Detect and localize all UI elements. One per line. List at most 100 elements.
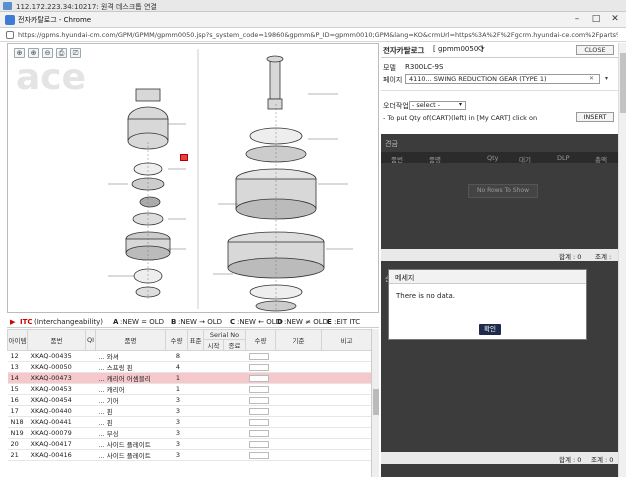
ok-button[interactable]: 확인	[479, 324, 501, 335]
row-order-qty[interactable]	[245, 361, 276, 373]
cart-col-name[interactable]: 품명	[429, 154, 441, 164]
highlight-marker[interactable]	[180, 154, 188, 161]
row-order-qty[interactable]	[245, 372, 276, 384]
table-row[interactable]: 16 XKAQ-00454 ... 기어 3	[7, 394, 371, 406]
col-start[interactable]: 시작	[203, 339, 224, 351]
dialog-title: 메세지	[389, 270, 586, 284]
close-window-button[interactable]: ✕	[606, 13, 624, 26]
col-name[interactable]: 품명	[95, 329, 166, 351]
close-button[interactable]: CLOSE	[576, 45, 614, 55]
table-row[interactable]: 12 XKAQ-00435 ... 와셔 8	[7, 350, 371, 362]
row-name: ... 스프링 핀	[95, 361, 166, 373]
maximize-button[interactable]: □	[587, 13, 605, 26]
row-std	[187, 361, 204, 373]
col-qty[interactable]: 수량	[165, 329, 188, 351]
row-name: ... 사이드 플레이트	[95, 438, 166, 450]
row-qi	[85, 416, 96, 428]
row-qty: 1	[165, 372, 188, 384]
col-std[interactable]: 표준	[187, 329, 204, 351]
row-order-qty[interactable]	[245, 405, 276, 417]
col-order-qty[interactable]: 수량	[245, 329, 276, 351]
row-item: 13	[7, 361, 28, 373]
cart-col-dlp[interactable]: DLP	[557, 154, 570, 162]
row-order-qty[interactable]	[245, 394, 276, 406]
row-order-qty[interactable]	[245, 438, 276, 450]
cart-total-row: 합계 : 0 조계 :	[381, 249, 618, 261]
cart-col-qty[interactable]: Qty	[487, 154, 499, 162]
order-total-suffix: 조계 : 0	[591, 456, 614, 464]
minimize-button[interactable]: –	[568, 13, 586, 26]
col-qi[interactable]: QI	[85, 329, 96, 351]
table-scrollbar[interactable]	[371, 329, 379, 477]
row-item: 12	[7, 350, 28, 362]
order-qty-input[interactable]	[248, 418, 269, 426]
itc-b-text: :NEW → OLD	[178, 318, 223, 326]
order-qty-input[interactable]	[248, 451, 269, 459]
model-label: 모델	[383, 64, 396, 72]
col-partno[interactable]: 품번	[27, 329, 86, 351]
chevron-down-icon[interactable]: ▾	[605, 75, 608, 82]
table-row[interactable]: 15 XKAQ-00453 ... 캐리어 1	[7, 383, 371, 395]
cart-section-label: 견금	[385, 140, 398, 148]
window-scroll-thumb[interactable]	[620, 53, 626, 113]
row-item: N18	[7, 416, 28, 428]
itc-legend: ▶ ITC (Interchangeability) A :NEW = OLD …	[7, 315, 379, 328]
row-partno: XKAQ-00453	[27, 383, 86, 395]
itc-c-key: C	[230, 318, 236, 326]
table-row[interactable]: 20 XKAQ-00417 ... 사이드 플레이트 3	[7, 438, 371, 450]
col-serial: Serial No	[203, 329, 246, 340]
page-select[interactable]: 4110... SWING REDUCTION GEAR (TYPE 1)	[405, 74, 600, 84]
address-bar[interactable]: https://gpms.hyundai-cm.com/GPM/GPMM/gpm…	[0, 28, 626, 42]
order-qty-input[interactable]	[248, 440, 269, 448]
order-qty-input[interactable]	[248, 429, 269, 437]
itc-a-key: A	[113, 318, 119, 326]
col-item[interactable]: 아이템	[7, 329, 28, 351]
refresh-icon[interactable]: ⟳	[478, 44, 485, 53]
window-titlebar: 전자카탈로그 - Chrome – □ ✕	[0, 12, 626, 28]
order-qty-input[interactable]	[248, 374, 269, 382]
window-scrollbar[interactable]	[618, 43, 626, 477]
insert-button[interactable]: INSERT	[576, 112, 614, 122]
drawing-viewer[interactable]: ⊕ ⊕ ⊖ ⎙ ⎚ ace	[7, 43, 379, 313]
row-order-qty[interactable]	[245, 416, 276, 428]
order-qty-input[interactable]	[248, 407, 269, 415]
row-end	[223, 449, 246, 461]
col-basis[interactable]: 기준	[275, 329, 322, 351]
table-row[interactable]: N18 XKAQ-00441 ... 핀3	[7, 416, 371, 428]
clear-icon[interactable]: ✕	[589, 75, 594, 82]
cart-col-wait[interactable]: 대기	[519, 154, 531, 164]
table-row[interactable]: N19 XKAQ-00079 ... 부싱 3	[7, 427, 371, 439]
table-row[interactable]: 21 XKAQ-00416 ... 사이드 플레이트 3	[7, 449, 371, 461]
col-remark[interactable]: 비고	[321, 329, 371, 351]
cart-col-total[interactable]: 총액	[595, 154, 607, 164]
col-end[interactable]: 종료	[223, 339, 246, 351]
table-row[interactable]: 13 XKAQ-00050 ... 스프링 핀4	[7, 361, 371, 373]
row-qty: 3	[165, 427, 188, 439]
row-order-qty[interactable]	[245, 427, 276, 439]
row-order-qty[interactable]	[245, 449, 276, 461]
url-text[interactable]: https://gpms.hyundai-cm.com/GPM/GPMM/gpm…	[18, 31, 618, 39]
order-qty-input[interactable]	[248, 363, 269, 371]
row-order-qty[interactable]	[245, 350, 276, 362]
itc-e-key: E	[327, 318, 332, 326]
row-qty: 3	[165, 438, 188, 450]
row-qi	[85, 405, 96, 417]
row-std	[187, 350, 204, 362]
row-basis	[275, 405, 322, 417]
row-item: 16	[7, 394, 28, 406]
order-qty-input[interactable]	[248, 396, 269, 404]
chevron-down-icon[interactable]: ▾	[459, 101, 462, 108]
row-item: 14	[7, 372, 28, 384]
table-row[interactable]: 17 XKAQ-00440 ... 핀3	[7, 405, 371, 417]
table-row[interactable]: 14 XKAQ-00473 ... 캐리어 어셈블리 1	[7, 372, 371, 384]
row-remark	[321, 438, 371, 450]
order-qty-input[interactable]	[248, 385, 269, 393]
order-option-select[interactable]: - select -	[409, 101, 466, 110]
row-item: 17	[7, 405, 28, 417]
row-order-qty[interactable]	[245, 383, 276, 395]
row-end	[223, 383, 246, 395]
table-scroll-thumb[interactable]	[373, 389, 379, 415]
row-partno: XKAQ-00473	[27, 372, 86, 384]
cart-col-partno[interactable]: 품번	[391, 154, 403, 164]
order-qty-input[interactable]	[248, 352, 269, 360]
